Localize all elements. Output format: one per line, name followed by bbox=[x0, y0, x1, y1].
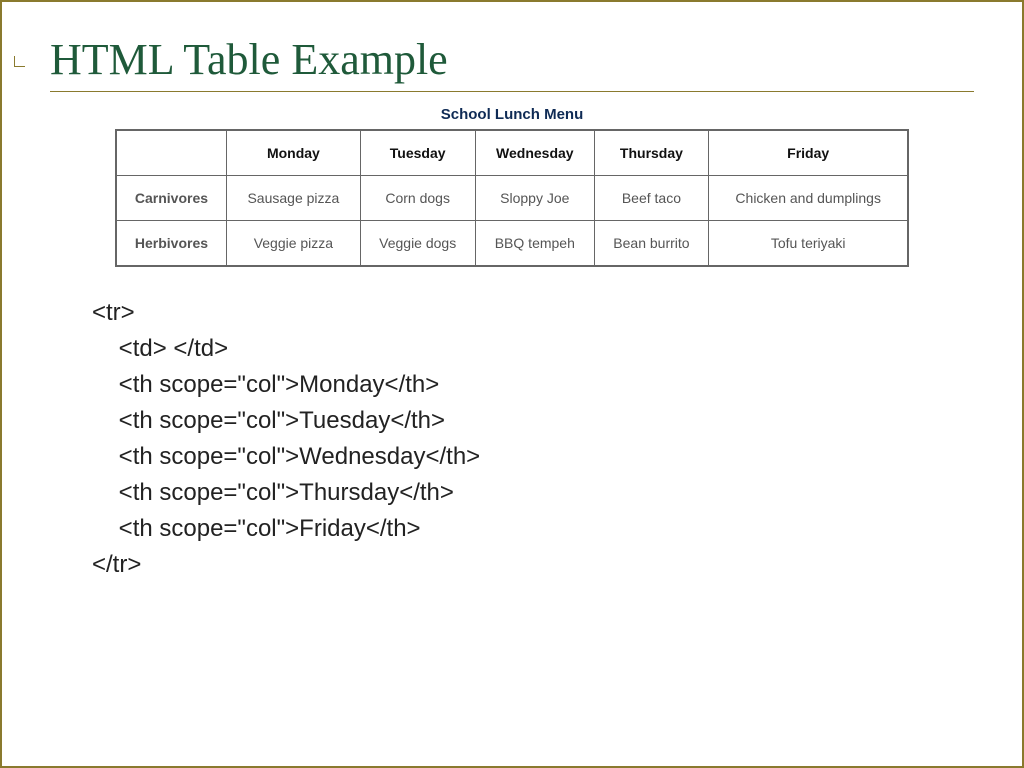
cell: Sausage pizza bbox=[227, 176, 360, 221]
header-blank bbox=[116, 130, 227, 176]
table-row: Herbivores Veggie pizza Veggie dogs BBQ … bbox=[116, 221, 909, 267]
row-label-carnivores: Carnivores bbox=[116, 176, 227, 221]
header-tuesday: Tuesday bbox=[360, 130, 475, 176]
code-line: <th scope="col">Monday</th> bbox=[92, 371, 439, 398]
code-line: <td> </td> bbox=[92, 335, 228, 362]
code-line: <th scope="col">Friday</th> bbox=[92, 515, 421, 542]
code-line: </tr> bbox=[92, 551, 141, 578]
cell: Beef taco bbox=[594, 176, 708, 221]
code-line: <th scope="col">Tuesday</th> bbox=[92, 407, 445, 434]
cell: Veggie dogs bbox=[360, 221, 475, 267]
header-thursday: Thursday bbox=[594, 130, 708, 176]
cell: Tofu teriyaki bbox=[709, 221, 909, 267]
cell: Sloppy Joe bbox=[475, 176, 594, 221]
header-wednesday: Wednesday bbox=[475, 130, 594, 176]
lunch-menu-table: Monday Tuesday Wednesday Thursday Friday… bbox=[115, 129, 910, 267]
decorative-corner bbox=[14, 56, 25, 67]
cell: BBQ tempeh bbox=[475, 221, 594, 267]
slide-title: HTML Table Example bbox=[50, 34, 974, 92]
cell: Bean burrito bbox=[594, 221, 708, 267]
cell: Chicken and dumplings bbox=[709, 176, 909, 221]
table-header-row: Monday Tuesday Wednesday Thursday Friday bbox=[116, 130, 909, 176]
code-line: <th scope="col">Wednesday</th> bbox=[92, 443, 480, 470]
table-caption: School Lunch Menu bbox=[50, 106, 974, 123]
code-example: <tr> <td> </td> <th scope="col">Monday</… bbox=[92, 295, 974, 583]
slide: HTML Table Example School Lunch Menu Mon… bbox=[0, 0, 1024, 768]
table-row: Carnivores Sausage pizza Corn dogs Slopp… bbox=[116, 176, 909, 221]
code-line: <tr> bbox=[92, 299, 135, 326]
row-label-herbivores: Herbivores bbox=[116, 221, 227, 267]
code-line: <th scope="col">Thursday</th> bbox=[92, 479, 454, 506]
cell: Corn dogs bbox=[360, 176, 475, 221]
header-monday: Monday bbox=[227, 130, 360, 176]
header-friday: Friday bbox=[709, 130, 909, 176]
cell: Veggie pizza bbox=[227, 221, 360, 267]
